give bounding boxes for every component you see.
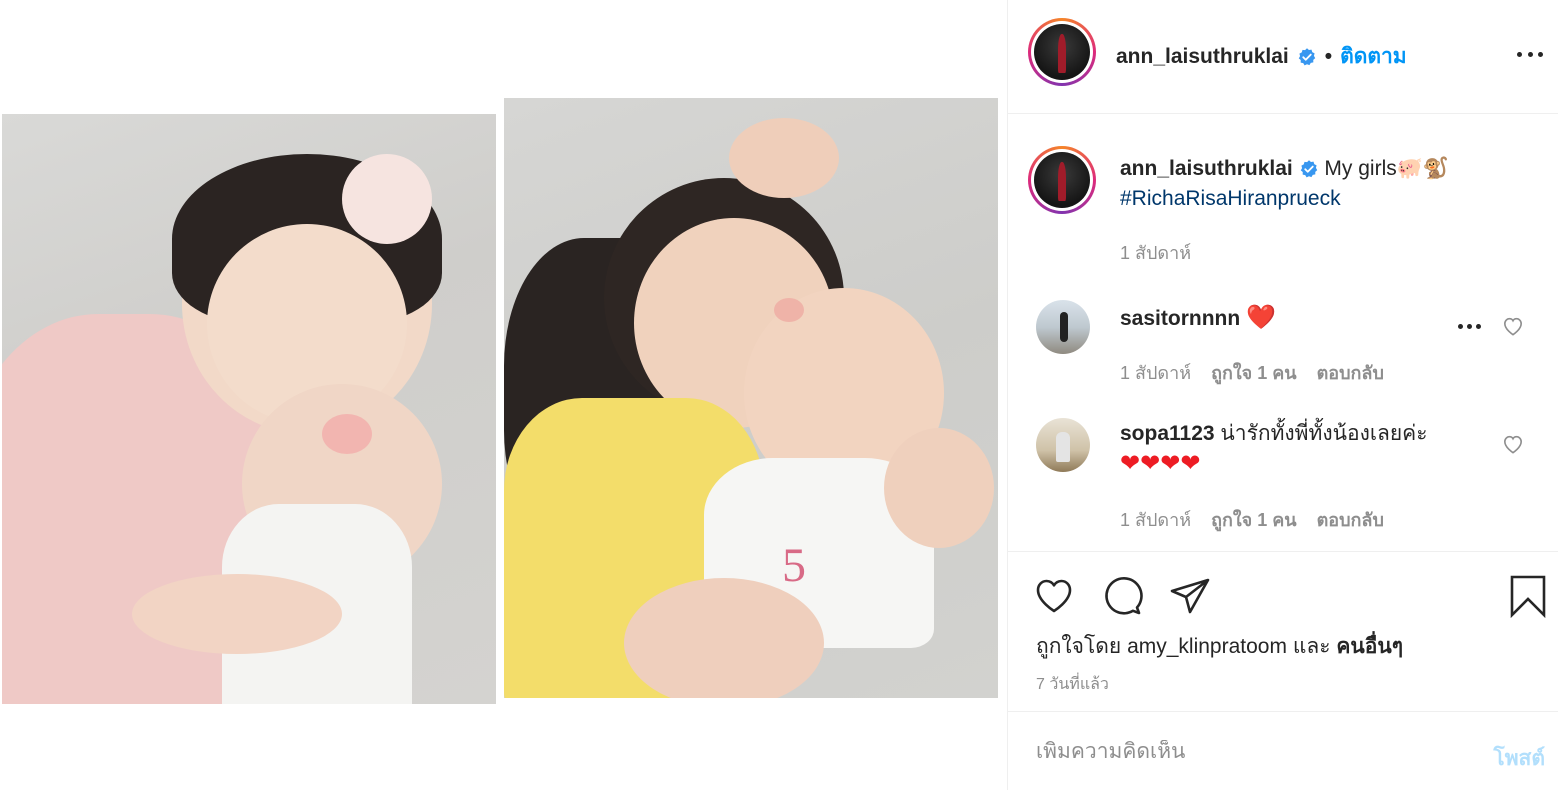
likes-and: และ: [1292, 635, 1331, 658]
share-send-icon[interactable]: [1168, 574, 1212, 618]
add-comment-bar: โพสต์: [1008, 712, 1558, 790]
instagram-post-page: 5 ann_laisuthruklai • ติดตาม ann_laisuth…: [0, 0, 1558, 790]
comment-meta: 1 สัปดาห์ ถูกใจ 1 คน ตอบกลับ: [1120, 358, 1384, 387]
post-photo-left: [2, 114, 496, 704]
comment-time[interactable]: 1 สัปดาห์: [1120, 505, 1191, 534]
bookmark-save-icon[interactable]: [1506, 574, 1550, 618]
post-media[interactable]: 5: [0, 0, 1007, 790]
comment-more-icon[interactable]: [1458, 324, 1481, 329]
comment-text: ❤️: [1246, 304, 1276, 331]
comment-item: sopa1123 น่ารักทั้งพี่ทั้งน้องเลยค่ะ ❤❤❤…: [1120, 419, 1480, 480]
reply-button[interactable]: ตอบกลับ: [1317, 505, 1384, 534]
comment-bubble-icon[interactable]: [1100, 574, 1144, 618]
caption-username[interactable]: ann_laisuthruklai: [1120, 157, 1293, 180]
comment-avatar[interactable]: [1036, 418, 1090, 472]
reply-button[interactable]: ตอบกลับ: [1317, 358, 1384, 387]
comment-username[interactable]: sasitornnnn: [1120, 307, 1240, 330]
verified-badge-icon: [1298, 47, 1315, 65]
comment-meta: 1 สัปดาห์ ถูกใจ 1 คน ตอบกลับ: [1120, 505, 1384, 534]
comment-emoji: ❤❤❤❤: [1120, 450, 1201, 477]
post-photo-right: 5: [504, 98, 998, 698]
comment-text: น่ารักทั้งพี่ทั้งน้องเลยค่ะ: [1220, 422, 1428, 445]
comment-like-heart-icon[interactable]: [1502, 434, 1524, 454]
comment-item: sasitornnnn ❤️: [1120, 303, 1480, 334]
like-heart-icon[interactable]: [1032, 574, 1076, 618]
likes-user[interactable]: amy_klinpratoom: [1127, 635, 1287, 658]
likes-others[interactable]: คนอื่นๆ: [1336, 635, 1403, 658]
header-username[interactable]: ann_laisuthruklai: [1116, 45, 1289, 69]
comment-avatar[interactable]: [1036, 300, 1090, 354]
likes-prefix: ถูกใจโดย: [1036, 635, 1122, 658]
comment-like-heart-icon[interactable]: [1502, 316, 1524, 336]
comment-username[interactable]: sopa1123: [1120, 422, 1215, 445]
comment-likes[interactable]: ถูกใจ 1 คน: [1211, 358, 1297, 387]
post-header: ann_laisuthruklai • ติดตาม: [1008, 0, 1558, 114]
comments-section: ann_laisuthruklai My girls🐖🐒 #RichaRisaH…: [1008, 114, 1558, 552]
comment-input[interactable]: [1036, 740, 1456, 764]
post-comment-button[interactable]: โพสต์: [1493, 742, 1545, 775]
post-actions: ถูกใจโดย amy_klinpratoom และ คนอื่นๆ 7 ว…: [1008, 552, 1558, 712]
caption-hashtag[interactable]: #RichaRisaHiranprueck: [1120, 187, 1341, 210]
comment-time[interactable]: 1 สัปดาห์: [1120, 358, 1191, 387]
post-timestamp[interactable]: 7 วันที่แล้ว: [1036, 672, 1109, 697]
caption-text: My girls🐖🐒: [1324, 157, 1450, 180]
post-sidebar: ann_laisuthruklai • ติดตาม ann_laisuthru…: [1007, 0, 1558, 790]
verified-badge-icon: [1300, 160, 1317, 178]
follow-button[interactable]: ติดตาม: [1340, 40, 1407, 73]
caption-avatar[interactable]: [1028, 146, 1096, 214]
comment-likes[interactable]: ถูกใจ 1 คน: [1211, 505, 1297, 534]
onesie-number: 5: [782, 539, 806, 592]
header-separator: •: [1324, 44, 1333, 68]
more-options-icon[interactable]: [1517, 44, 1543, 64]
header-avatar[interactable]: [1028, 18, 1096, 86]
likes-summary: ถูกใจโดย amy_klinpratoom และ คนอื่นๆ: [1036, 630, 1403, 663]
caption-time[interactable]: 1 สัปดาห์: [1120, 238, 1191, 267]
caption: ann_laisuthruklai My girls🐖🐒 #RichaRisaH…: [1120, 154, 1520, 214]
